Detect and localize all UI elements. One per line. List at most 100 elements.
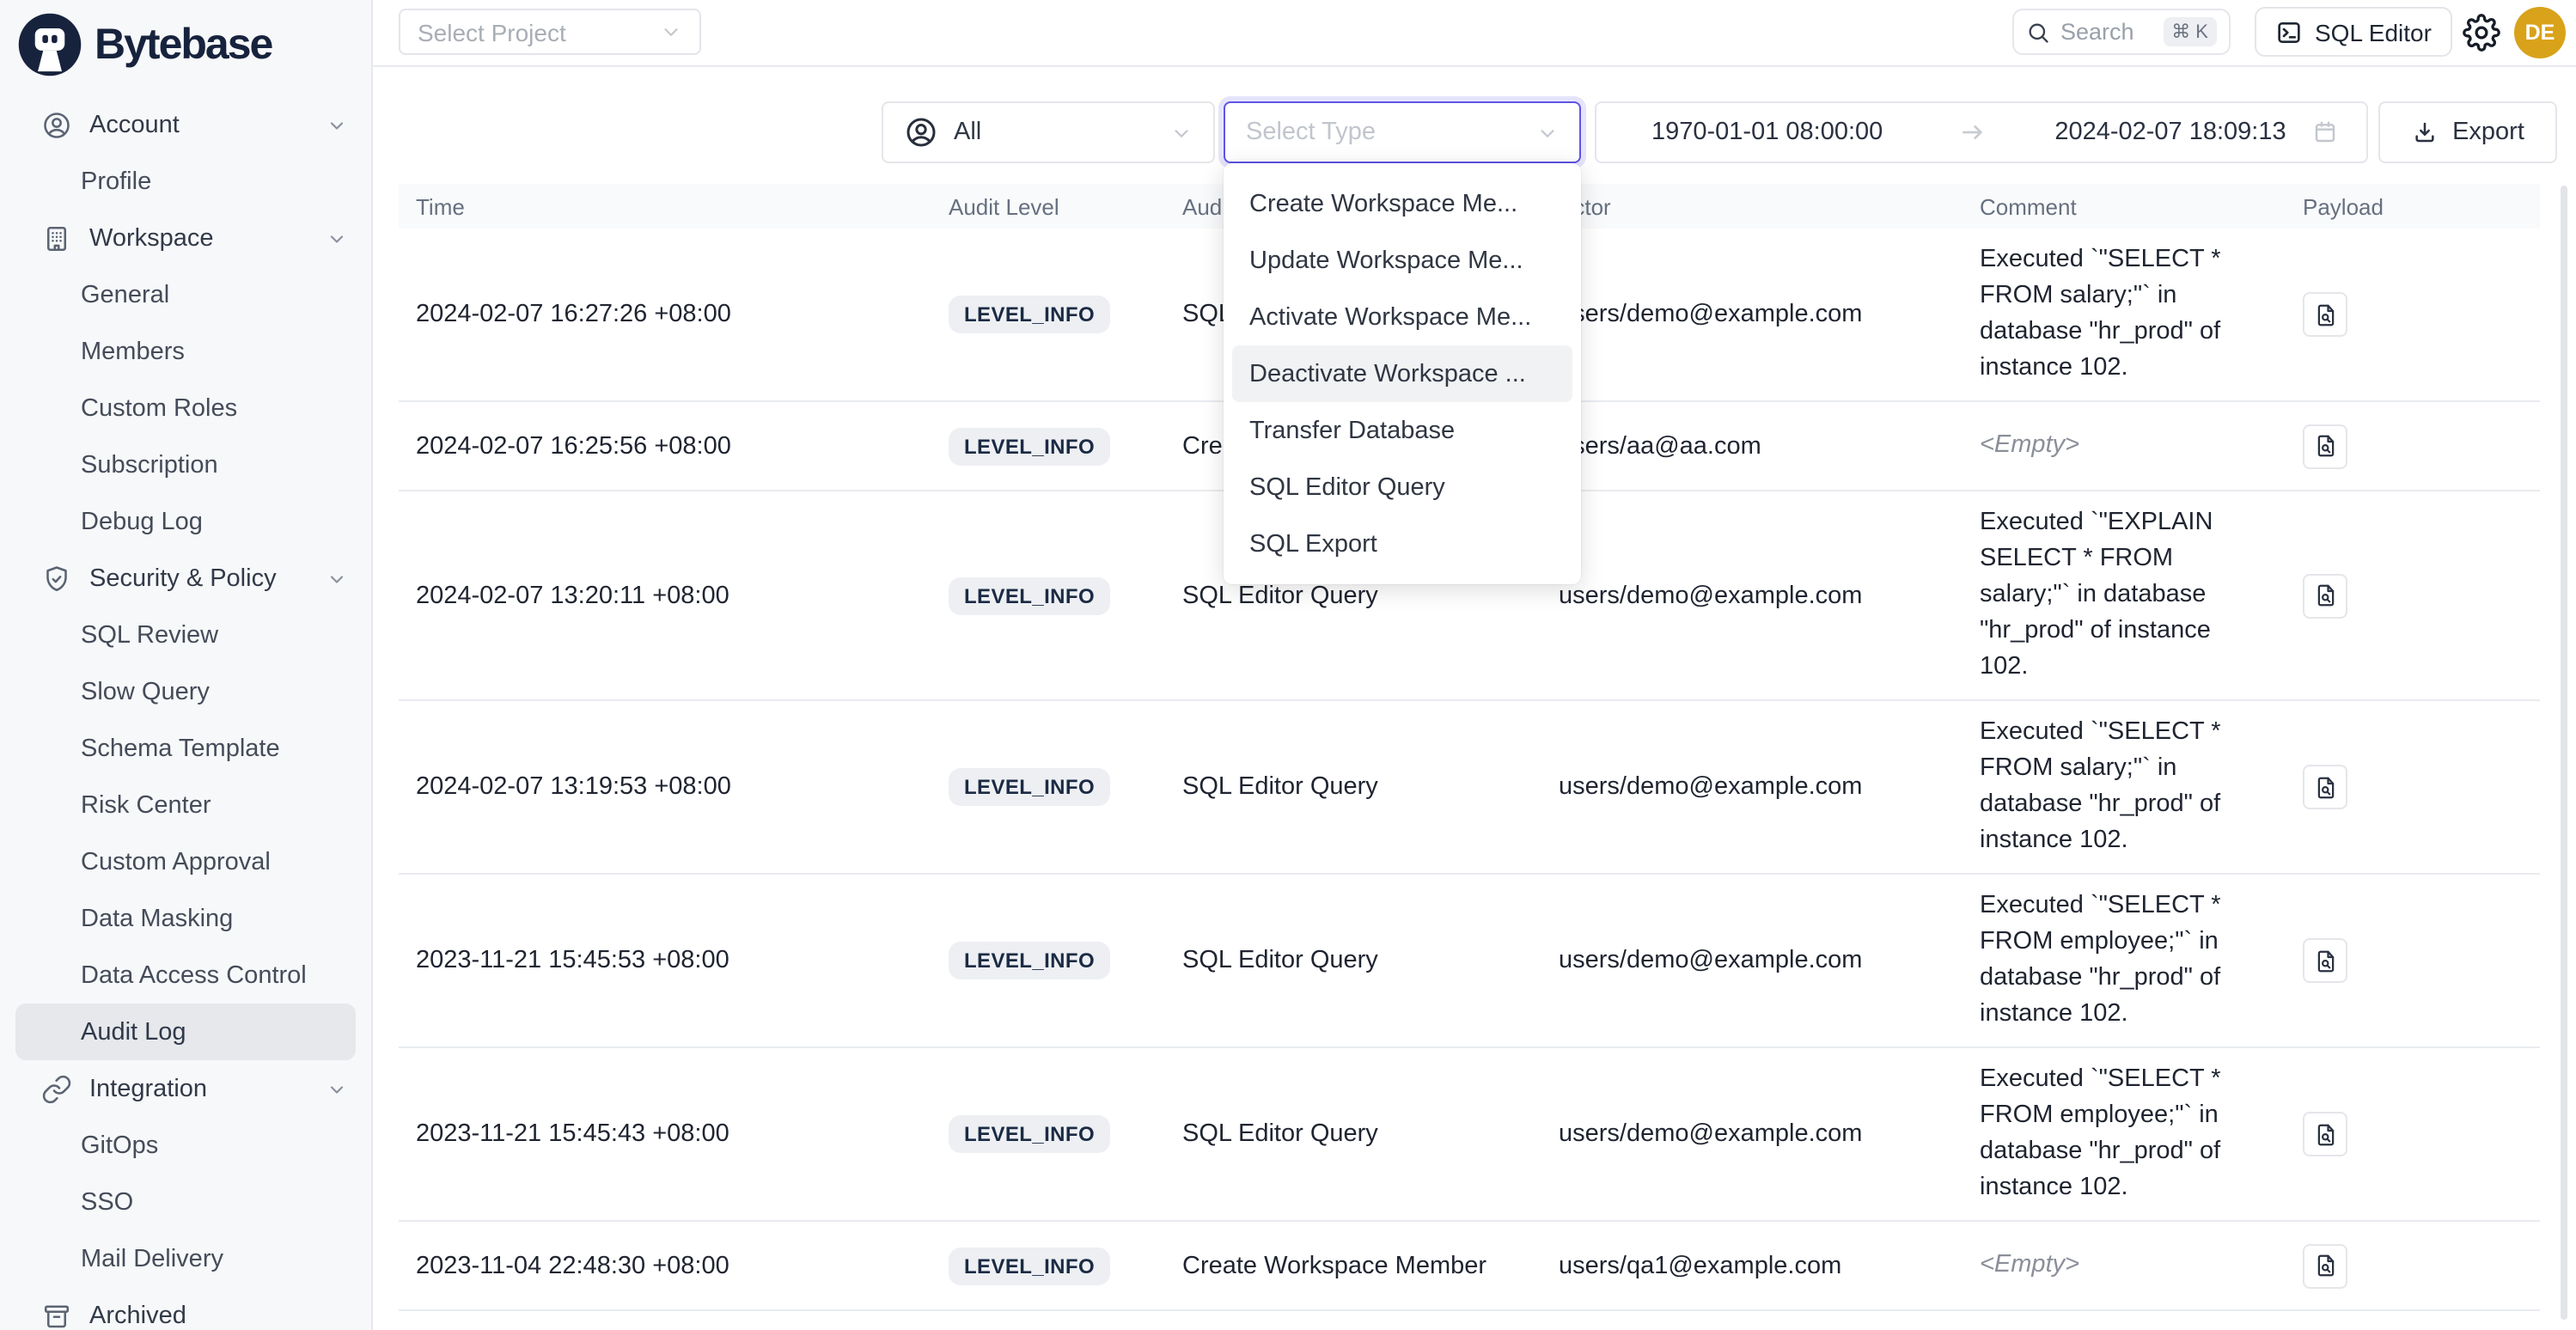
project-select[interactable]: Select Project bbox=[399, 9, 701, 55]
audit-level-badge: LEVEL_INFO bbox=[949, 427, 1110, 465]
audit-level-badge: LEVEL_INFO bbox=[949, 296, 1110, 333]
payload-view-button[interactable] bbox=[2303, 1112, 2347, 1156]
sql-editor-button[interactable]: SQL Editor bbox=[2255, 7, 2452, 57]
sidebar-item-data-access-control[interactable]: Data Access Control bbox=[0, 947, 371, 1004]
download-icon bbox=[2411, 119, 2439, 146]
user-circle-icon bbox=[41, 109, 72, 140]
cell-payload bbox=[2286, 424, 2540, 468]
cell-payload bbox=[2286, 938, 2540, 983]
column-header-comment: Comment bbox=[1963, 193, 2286, 219]
chevron-down-icon bbox=[327, 228, 347, 248]
building-icon bbox=[41, 223, 72, 253]
cell-comment: Executed `"SELECT * FROM employee;"` in … bbox=[1963, 875, 2286, 1046]
cell-comment: Executed `"SELECT * FROM salary;"` in da… bbox=[1963, 229, 2286, 400]
sidebar-item-workspace[interactable]: Workspace bbox=[0, 210, 371, 266]
sidebar-item-archived[interactable]: Archived bbox=[0, 1287, 371, 1330]
sidebar-item-sso[interactable]: SSO bbox=[0, 1174, 371, 1230]
sidebar-item-label: Integration bbox=[89, 1075, 309, 1102]
sidebar-item-general[interactable]: General bbox=[0, 266, 371, 323]
search-shortcut-badge: ⌘ K bbox=[2163, 17, 2217, 46]
sidebar-item-slow-query[interactable]: Slow Query bbox=[0, 663, 371, 720]
dropdown-option-activate-workspace-me[interactable]: Activate Workspace Me... bbox=[1232, 289, 1572, 345]
sidebar-item-members[interactable]: Members bbox=[0, 323, 371, 380]
cell-audit-level: LEVEL_INFO bbox=[931, 768, 1165, 806]
archive-icon bbox=[41, 1300, 72, 1330]
cell-payload bbox=[2286, 1112, 2540, 1156]
cell-audit-level: LEVEL_INFO bbox=[931, 1247, 1165, 1284]
cell-audit-type: SQL Editor Query bbox=[1165, 1120, 1541, 1148]
export-button[interactable]: Export bbox=[2378, 101, 2557, 163]
sidebar-item-label: Custom Approval bbox=[81, 848, 347, 875]
sidebar-item-label: Profile bbox=[81, 168, 347, 195]
dropdown-option-deactivate-workspace[interactable]: Deactivate Workspace ... bbox=[1232, 345, 1572, 402]
chevron-down-icon bbox=[327, 1078, 347, 1099]
cell-audit-level: LEVEL_INFO bbox=[931, 296, 1165, 333]
search-input[interactable]: Search ⌘ K bbox=[2012, 9, 2231, 55]
cell-actor: users/demo@example.com bbox=[1541, 947, 1963, 974]
search-icon bbox=[2026, 20, 2050, 44]
sidebar-item-risk-center[interactable]: Risk Center bbox=[0, 777, 371, 833]
sidebar-nav: Account Profile WorkspaceGeneral Members Cus… bbox=[0, 96, 371, 1330]
dropdown-option-sql-export[interactable]: SQL Export bbox=[1232, 516, 1572, 572]
settings-gear-icon[interactable] bbox=[2463, 14, 2500, 52]
sidebar-item-debug-log[interactable]: Debug Log bbox=[0, 493, 371, 550]
payload-view-button[interactable] bbox=[2303, 424, 2347, 468]
cell-comment: Executed `"SELECT * FROM department;"` i… bbox=[1963, 1311, 2286, 1330]
date-from-value: 1970-01-01 08:00:00 bbox=[1651, 119, 1883, 146]
cell-audit-type: SQL Editor Query bbox=[1165, 773, 1541, 801]
cell-actor: users/demo@example.com bbox=[1541, 301, 1963, 328]
sidebar-item-schema-template[interactable]: Schema Template bbox=[0, 720, 371, 777]
sidebar-item-sql-review[interactable]: SQL Review bbox=[0, 607, 371, 663]
sidebar-item-label: Security & Policy bbox=[89, 564, 309, 592]
dropdown-option-transfer-database[interactable]: Transfer Database bbox=[1232, 402, 1572, 459]
dropdown-option-update-workspace-me[interactable]: Update Workspace Me... bbox=[1232, 232, 1572, 289]
chevron-down-icon bbox=[660, 21, 682, 43]
payload-view-button[interactable] bbox=[2303, 1243, 2347, 1288]
arrow-right-icon bbox=[1958, 119, 1986, 146]
payload-view-button[interactable] bbox=[2303, 938, 2347, 983]
cell-audit-level: LEVEL_INFO bbox=[931, 942, 1165, 979]
actor-filter-select[interactable]: All bbox=[882, 101, 1215, 163]
sidebar-item-label: Risk Center bbox=[81, 791, 347, 819]
sidebar-item-audit-log[interactable]: Audit Log bbox=[15, 1004, 356, 1060]
calendar-icon bbox=[2311, 119, 2339, 146]
link-icon bbox=[41, 1073, 72, 1104]
audit-level-badge: LEVEL_INFO bbox=[949, 1247, 1110, 1284]
cell-time: 2023-11-21 15:45:43 +08:00 bbox=[399, 1120, 931, 1148]
cell-payload bbox=[2286, 765, 2540, 809]
sidebar-item-label: Members bbox=[81, 338, 347, 365]
user-avatar[interactable]: DE bbox=[2514, 7, 2566, 58]
payload-view-button[interactable] bbox=[2303, 292, 2347, 337]
sidebar-item-profile[interactable]: Profile bbox=[0, 153, 371, 210]
sidebar-item-mail-delivery[interactable]: Mail Delivery bbox=[0, 1230, 371, 1287]
cell-audit-type: SQL Editor Query bbox=[1165, 947, 1541, 974]
type-filter-select[interactable]: Select Type bbox=[1224, 101, 1581, 163]
brand-logo[interactable]: Bytebase bbox=[0, 0, 371, 77]
payload-view-button[interactable] bbox=[2303, 765, 2347, 809]
search-placeholder: Search bbox=[2060, 19, 2152, 45]
sidebar-item-integration[interactable]: Integration bbox=[0, 1060, 371, 1117]
cell-actor: users/demo@example.com bbox=[1541, 582, 1963, 609]
sidebar-item-custom-approval[interactable]: Custom Approval bbox=[0, 833, 371, 890]
payload-view-button[interactable] bbox=[2303, 573, 2347, 618]
sidebar-item-account[interactable]: Account bbox=[0, 96, 371, 153]
cell-time: 2023-11-04 22:48:30 +08:00 bbox=[399, 1252, 931, 1279]
sidebar-item-security-policy[interactable]: Security & Policy bbox=[0, 550, 371, 607]
sidebar-item-label: Subscription bbox=[81, 451, 347, 479]
sidebar-item-gitops[interactable]: GitOps bbox=[0, 1117, 371, 1174]
sidebar: Bytebase Account Profile WorkspaceGeneral M… bbox=[0, 0, 373, 1330]
dropdown-option-sql-editor-query[interactable]: SQL Editor Query bbox=[1232, 459, 1572, 516]
sidebar-item-custom-roles[interactable]: Custom Roles bbox=[0, 380, 371, 436]
chevron-down-icon bbox=[327, 568, 347, 589]
vertical-scrollbar[interactable] bbox=[2561, 186, 2567, 1320]
date-range-picker[interactable]: 1970-01-01 08:00:00 2024-02-07 18:09:13 bbox=[1595, 101, 2368, 163]
dropdown-option-create-workspace-me[interactable]: Create Workspace Me... bbox=[1232, 175, 1572, 232]
audit-level-badge: LEVEL_INFO bbox=[949, 768, 1110, 806]
brand-name: Bytebase bbox=[95, 20, 272, 70]
sidebar-item-subscription[interactable]: Subscription bbox=[0, 436, 371, 493]
date-to-value: 2024-02-07 18:09:13 bbox=[2054, 119, 2286, 146]
export-label: Export bbox=[2452, 119, 2524, 146]
sidebar-item-data-masking[interactable]: Data Masking bbox=[0, 890, 371, 947]
user-circle-icon bbox=[904, 115, 938, 149]
table-row: 2023-11-21 15:45:43 +08:00LEVEL_INFOSQL … bbox=[399, 1048, 2540, 1222]
